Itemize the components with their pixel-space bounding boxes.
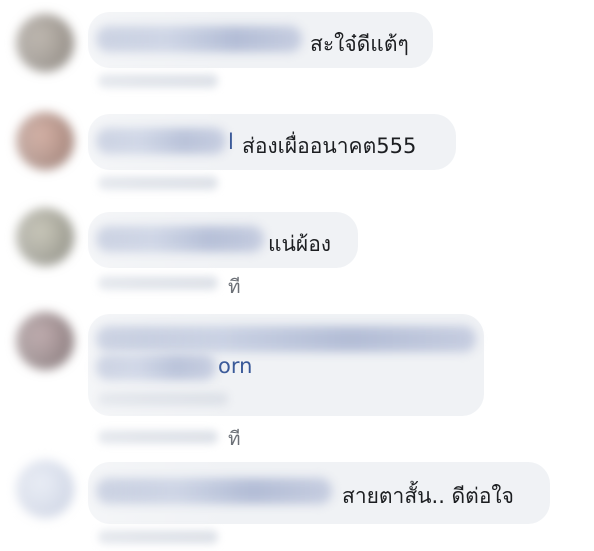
avatar[interactable] (16, 208, 74, 266)
commenter-name[interactable] (96, 26, 302, 52)
timestamp[interactable]: ที (228, 424, 241, 454)
comment-text: ส่องเผื่ออนาคต555 (242, 134, 417, 158)
comment-text[interactable]: orn (218, 354, 252, 378)
commenter-name[interactable] (96, 226, 264, 252)
comment-actions[interactable] (98, 276, 218, 290)
avatar[interactable] (16, 112, 74, 170)
comment-line-3 (98, 392, 228, 406)
commenter-name[interactable] (96, 326, 476, 352)
commenter-name-tail[interactable]: l (228, 130, 234, 154)
avatar[interactable] (16, 312, 74, 370)
commenter-name[interactable] (96, 478, 332, 504)
comment-actions[interactable] (98, 530, 218, 544)
comment-text: สายตาสั้น.. ดีต่อใจ (342, 484, 514, 508)
comment-actions[interactable] (98, 430, 218, 444)
comment-text: แน่ผ้อง (268, 232, 332, 256)
commenter-name-line-2[interactable] (96, 354, 216, 380)
comment-actions[interactable] (98, 74, 218, 88)
avatar[interactable] (16, 14, 74, 72)
commenter-name[interactable] (96, 128, 226, 154)
comment-text: สะใจ๋ดีแต้ๆ (310, 32, 409, 56)
comment-actions[interactable] (98, 176, 218, 190)
timestamp[interactable]: ที (228, 272, 241, 302)
avatar[interactable] (16, 460, 74, 518)
